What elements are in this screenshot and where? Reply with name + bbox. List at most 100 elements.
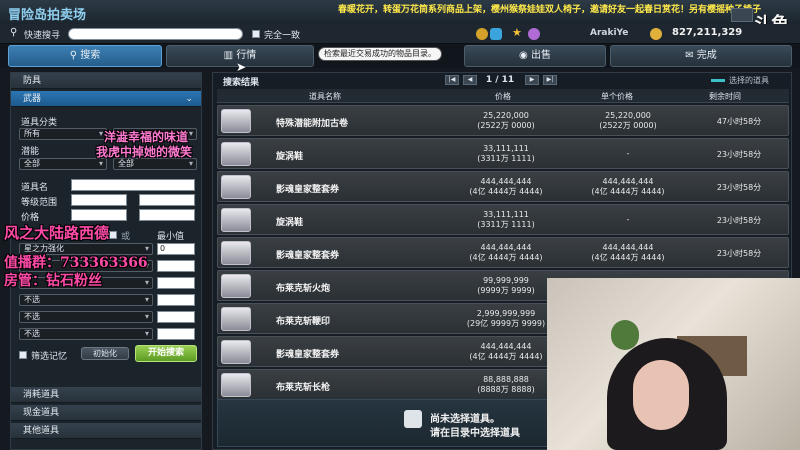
reset-button[interactable]: 初始化 — [81, 347, 129, 360]
level-max-input[interactable] — [139, 194, 195, 206]
star-icon: ★ — [512, 26, 522, 39]
price-value-cn: (3311万 1111) — [477, 154, 535, 163]
option-value-4[interactable] — [157, 311, 195, 323]
item-name: 布莱克斩长枪 — [276, 383, 331, 393]
user-name: ArakiYe — [590, 28, 629, 38]
tab-search[interactable]: ⚲ 搜索 — [8, 45, 162, 67]
or-label: 或 — [121, 232, 131, 242]
selected-items-swatch — [711, 79, 725, 82]
chevron-down-icon: ⌄ — [185, 94, 193, 104]
category-armor[interactable]: 防具 — [11, 73, 201, 89]
prev-page-button[interactable]: ◀ — [463, 75, 477, 85]
item-name: 影魂皇家整套券 — [276, 185, 340, 195]
price-value: 33,111,111 — [483, 144, 529, 153]
item-icon — [221, 307, 251, 331]
meso-icon — [650, 28, 662, 40]
item-time-left: 47小时58分 — [716, 117, 762, 126]
item-icon — [221, 109, 251, 133]
category-consume[interactable]: 消耗道具 — [11, 387, 201, 403]
last-page-button[interactable]: ▶| — [543, 75, 557, 85]
item-icon — [221, 142, 251, 166]
item-unit-price: 444,444,444 (4亿 4444万 4444) — [578, 177, 678, 197]
option-value-1[interactable] — [157, 260, 195, 272]
remember-filter-checkbox[interactable] — [19, 351, 27, 359]
item-name: 布莱克斩鞭印 — [276, 317, 331, 327]
option-select-5[interactable]: 不选 — [19, 328, 153, 340]
option-select-4[interactable]: 不选 — [19, 311, 153, 323]
selected-items-label: 选择的道具 — [729, 76, 769, 85]
option-value-5[interactable] — [157, 328, 195, 340]
item-name: 影魂皇家整套券 — [276, 350, 340, 360]
price-value-cn: (29亿 9999万 9999) — [466, 319, 546, 328]
price-min-input[interactable] — [71, 209, 127, 221]
item-price: 2,999,999,999 (29亿 9999万 9999) — [456, 309, 556, 329]
item-icon — [221, 373, 251, 397]
potential-select[interactable]: 全部 — [19, 158, 107, 170]
results-title: 搜索结果 — [223, 78, 260, 88]
tab-done[interactable]: ✉ 完成 — [610, 45, 792, 67]
price-value: 444,444,444 — [480, 243, 532, 252]
exact-match-label: 完全一致 — [264, 31, 301, 41]
item-icon — [221, 340, 251, 364]
next-page-button[interactable]: ▶ — [525, 75, 539, 85]
item-price: 444,444,444 (4亿 4444万 4444) — [456, 243, 556, 263]
table-row[interactable]: 特殊潜能附加古卷 25,220,000 (2522万 0000) 25,220,000… — [217, 105, 789, 136]
item-unit-price: 444,444,444 (4亿 4444万 4444) — [578, 243, 678, 263]
first-page-button[interactable]: |◀ — [445, 75, 459, 85]
level-min-input[interactable] — [71, 194, 127, 206]
item-name: 旋涡鞋 — [276, 218, 304, 228]
unit-price-value-cn: (4亿 4444万 4444) — [591, 187, 665, 196]
item-category-label: 道具分类 — [21, 118, 58, 128]
category-weapon[interactable]: 武器 ⌄ — [11, 91, 201, 107]
price-value: 88,888,888 — [483, 375, 529, 384]
overlay-text-4: 值播群：733363366 — [4, 255, 148, 271]
unit-price-value: - — [626, 215, 630, 224]
item-unit-price: 25,220,000 (2522万 0000) — [578, 111, 678, 131]
empty-message-2: 请在目录中选择道具 — [430, 428, 520, 439]
unit-price-value: - — [626, 149, 630, 158]
item-category-select[interactable]: 所有 — [19, 128, 107, 140]
category-etc[interactable]: 其他道具 — [11, 423, 201, 439]
meso-amount: 827,211,329 — [672, 27, 743, 38]
item-icon — [221, 241, 251, 265]
start-search-button[interactable]: 开始搜索 — [135, 345, 197, 362]
token-icon — [528, 28, 540, 40]
or-checkbox[interactable] — [109, 231, 117, 239]
header-unit-price: 单个价格 — [601, 92, 633, 101]
price-value-cn: (4亿 4444万 4444) — [469, 187, 543, 196]
table-row[interactable]: 影魂皇家整套券 444,444,444 (4亿 4444万 4444) 444,444… — [217, 171, 789, 202]
item-icon — [221, 274, 251, 298]
quick-search-input[interactable] — [68, 28, 243, 40]
price-value-cn: (9999万 9999) — [477, 286, 535, 295]
unit-price-value: 25,220,000 — [605, 111, 651, 120]
item-unit-price: - — [578, 210, 678, 225]
plant — [611, 320, 639, 350]
price-value-cn: (3311万 1111) — [477, 220, 535, 229]
price-value: 99,999,999 — [483, 276, 529, 285]
unit-price-value-cn: (4亿 4444万 4444) — [591, 253, 665, 262]
item-name-input[interactable] — [71, 179, 195, 191]
item-time-left: 23小时58分 — [716, 249, 762, 258]
tab-sell[interactable]: ◉ 出售 — [464, 45, 606, 67]
mail-icon: ✉ — [685, 50, 697, 61]
option-select-3[interactable]: 不选 — [19, 294, 153, 306]
app-title: 冒险岛拍卖场 — [8, 8, 87, 23]
overlay-text-2: 我虎中掉她的微笑 — [96, 145, 193, 159]
price-value: 2,999,999,999 — [476, 309, 536, 318]
table-row[interactable]: 影魂皇家整套券 444,444,444 (4亿 4444万 4444) 444,444… — [217, 237, 789, 268]
star-force-value[interactable]: 0 — [157, 243, 195, 255]
price-max-input[interactable] — [139, 209, 195, 221]
option-value-3[interactable] — [157, 294, 195, 306]
exact-match-checkbox[interactable] — [252, 30, 260, 38]
item-price: 444,444,444 (4亿 4444万 4444) — [456, 177, 556, 197]
chart-icon: ▥ — [223, 50, 237, 61]
header-price: 价格 — [495, 92, 511, 101]
table-row[interactable]: 旋涡鞋 33,111,111 (3311万 1111) - 23小时58分 — [217, 138, 789, 169]
unit-price-value-cn: (2522万 0000) — [599, 121, 657, 130]
option-value-2[interactable] — [157, 277, 195, 289]
item-price: 88,888,888 (8888万 8888) — [456, 375, 556, 395]
price-value-cn: (8888万 8888) — [477, 385, 535, 394]
table-row[interactable]: 旋涡鞋 33,111,111 (3311万 1111) - 23小时58分 — [217, 204, 789, 235]
quick-search-label: 快速搜寻 — [24, 31, 61, 41]
category-cash[interactable]: 现金道具 — [11, 405, 201, 421]
